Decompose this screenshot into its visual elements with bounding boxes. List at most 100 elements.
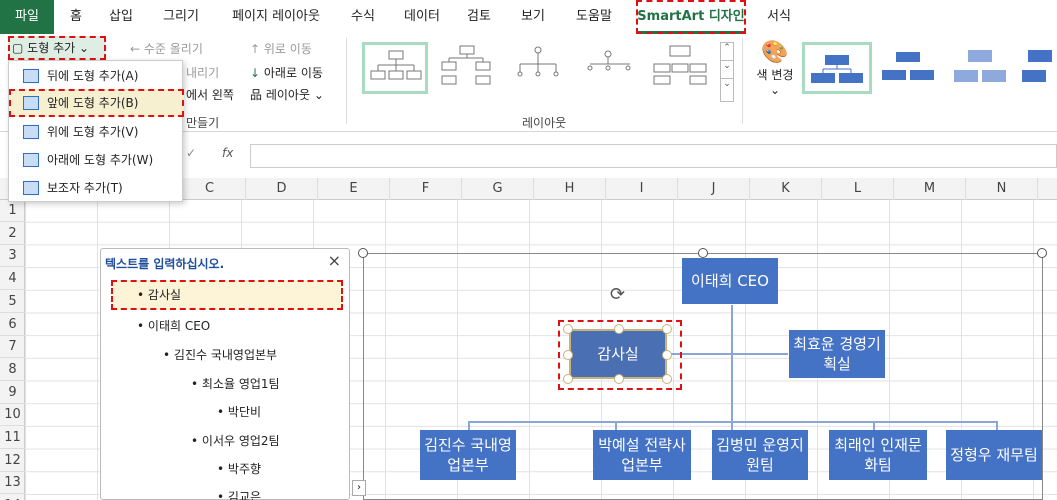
change-colors-button[interactable]: 🎨 색 변경 ⌄ xyxy=(752,40,798,97)
resize-handle[interactable] xyxy=(614,374,624,384)
row-header[interactable]: 6 xyxy=(0,314,25,336)
column-header[interactable]: F xyxy=(390,178,462,200)
row-header[interactable]: 4 xyxy=(0,268,25,291)
row-header[interactable]: 1 xyxy=(0,200,25,222)
tab-page-layout[interactable]: 페이지 레이아웃 xyxy=(222,0,330,34)
layout-gallery-scroll[interactable]: ⌃ ⌄ ⌄ xyxy=(720,42,734,102)
resize-handle[interactable] xyxy=(614,324,624,334)
tab-review[interactable]: 검토 xyxy=(462,0,496,34)
add-shape-button[interactable]: ▢ 도형 추가 ⌄ xyxy=(8,36,106,60)
row-header[interactable]: 7 xyxy=(0,336,25,359)
tab-formulas[interactable]: 수식 xyxy=(346,0,380,34)
column-header[interactable]: E xyxy=(318,178,390,200)
column-header[interactable]: L xyxy=(822,178,894,200)
org-node-assistant[interactable]: 최효윤 경영기획실 xyxy=(789,330,885,378)
org-node-department[interactable]: 김진수 국내영업본부 xyxy=(420,430,516,480)
text-pane-item[interactable]: • 감사실 xyxy=(111,280,343,310)
style-thumb-2[interactable] xyxy=(876,42,946,94)
resize-handle[interactable] xyxy=(698,248,708,258)
column-header[interactable]: G xyxy=(462,178,534,200)
fx-icon[interactable]: fx xyxy=(222,146,233,160)
resize-handle[interactable] xyxy=(563,350,573,360)
connector-line xyxy=(468,421,998,423)
tab-smartart-design[interactable]: SmartArt 디자인 xyxy=(636,0,746,34)
tab-file[interactable]: 파일 xyxy=(0,0,54,34)
column-header[interactable]: M xyxy=(894,178,966,200)
text-pane-item[interactable]: • 김진수 국내영업본부 xyxy=(163,346,277,363)
row-header[interactable]: 8 xyxy=(0,359,25,381)
right-to-left-button[interactable]: 에서 왼쪽 xyxy=(186,86,234,103)
demote-button[interactable]: 내리기 xyxy=(186,64,219,81)
row-header[interactable]: 3 xyxy=(0,245,25,268)
row-header[interactable]: 12 xyxy=(0,450,25,472)
org-node-ceo[interactable]: 이태희 CEO xyxy=(682,258,778,304)
layout-thumb-2[interactable] xyxy=(436,42,502,94)
tab-format[interactable]: 서식 xyxy=(762,0,796,34)
formula-input[interactable] xyxy=(250,144,1057,168)
menu-item-add-above[interactable]: 위에 도형 추가(V) xyxy=(9,119,184,145)
tab-data[interactable]: 데이터 xyxy=(398,0,446,34)
tab-view[interactable]: 보기 xyxy=(516,0,550,34)
text-pane-item[interactable]: • 이태희 CEO xyxy=(137,317,210,334)
column-header[interactable]: J xyxy=(678,178,750,200)
tab-draw[interactable]: 그리기 xyxy=(156,0,206,34)
rotate-handle-icon[interactable]: ⟳ xyxy=(610,284,625,305)
row-header[interactable]: 2 xyxy=(0,223,25,245)
resize-handle[interactable] xyxy=(662,324,672,334)
org-node-department[interactable]: 김병민 운영지원팀 xyxy=(712,430,808,480)
layout-thumb-3[interactable] xyxy=(508,42,574,94)
menu-item-add-before[interactable]: 앞에 도형 추가(B) xyxy=(9,89,184,117)
resize-handle[interactable] xyxy=(563,374,573,384)
column-header[interactable]: N xyxy=(966,178,1038,200)
column-header[interactable]: D xyxy=(246,178,318,200)
layout-dropdown[interactable]: 品 레이아웃 ⌄ xyxy=(250,86,324,103)
text-pane-item[interactable]: • 이서우 영업2팀 xyxy=(191,432,280,449)
column-header[interactable]: K xyxy=(750,178,822,200)
row-header[interactable]: 14 xyxy=(0,495,25,500)
scroll-down-icon[interactable]: ⌄ xyxy=(721,61,733,79)
tab-help[interactable]: 도움말 xyxy=(570,0,618,34)
row-header[interactable]: 13 xyxy=(0,472,25,495)
tab-home[interactable]: 홈 xyxy=(62,0,90,34)
style-thumb-3[interactable] xyxy=(948,42,1018,94)
style-thumb-4[interactable] xyxy=(1018,42,1057,94)
layout-thumb-5[interactable] xyxy=(650,42,716,94)
row-header[interactable]: 10 xyxy=(0,404,25,427)
resize-handle[interactable] xyxy=(1037,248,1047,258)
resize-handle[interactable] xyxy=(662,350,672,360)
move-up-button[interactable]: ↑ 위로 이동 xyxy=(250,40,312,57)
gallery-more-icon[interactable]: ⌄ xyxy=(721,79,733,97)
layout-thumb-1[interactable] xyxy=(362,42,428,94)
menu-item-add-below[interactable]: 아래에 도형 추가(W) xyxy=(9,147,184,173)
row-header[interactable]: 9 xyxy=(0,382,25,404)
smartart-frame[interactable]: 이태희 CEO 최효윤 경영기획실 감사실 ⟳ 김진수 국내영업본부 박예설 전… xyxy=(358,248,1047,500)
row-header[interactable]: 11 xyxy=(0,427,25,449)
org-node-audit[interactable]: 감사실 xyxy=(569,329,667,379)
style-thumb-1[interactable] xyxy=(802,42,872,94)
resize-handle[interactable] xyxy=(662,374,672,384)
expand-text-pane-icon[interactable]: › xyxy=(352,480,366,496)
column-header[interactable]: C xyxy=(174,178,246,200)
org-node-department[interactable]: 박예설 전략사업본부 xyxy=(593,430,691,480)
close-icon[interactable]: × xyxy=(328,251,341,270)
layout-thumb-4[interactable] xyxy=(580,42,646,94)
table-hierarchy-icon xyxy=(653,45,707,85)
column-header[interactable]: I xyxy=(606,178,678,200)
text-pane-item[interactable]: • 박주향 xyxy=(217,460,261,477)
org-node-department[interactable]: 정형우 재무팀 xyxy=(946,430,1042,480)
tab-insert[interactable]: 삽입 xyxy=(104,0,138,34)
text-pane-item[interactable]: • 박단비 xyxy=(217,403,261,420)
move-down-button[interactable]: ↓ 아래로 이동 xyxy=(250,64,323,81)
menu-item-add-after[interactable]: 뒤에 도형 추가(A) xyxy=(9,63,184,89)
resize-handle[interactable] xyxy=(358,248,368,258)
column-header[interactable]: H xyxy=(534,178,606,200)
promote-button[interactable]: ← 수준 올리기 xyxy=(130,40,203,57)
text-pane-item[interactable]: • 김교은 xyxy=(217,488,261,500)
menu-item-add-assistant[interactable]: 보조자 추가(T) xyxy=(9,175,184,201)
check-icon[interactable]: ✓ xyxy=(186,146,196,160)
resize-handle[interactable] xyxy=(563,324,573,334)
scroll-up-icon[interactable]: ⌃ xyxy=(721,43,733,61)
row-header[interactable]: 5 xyxy=(0,291,25,313)
text-pane-item[interactable]: • 최소율 영업1팀 xyxy=(191,375,280,392)
org-node-department[interactable]: 최래인 인재문화팀 xyxy=(829,430,927,480)
